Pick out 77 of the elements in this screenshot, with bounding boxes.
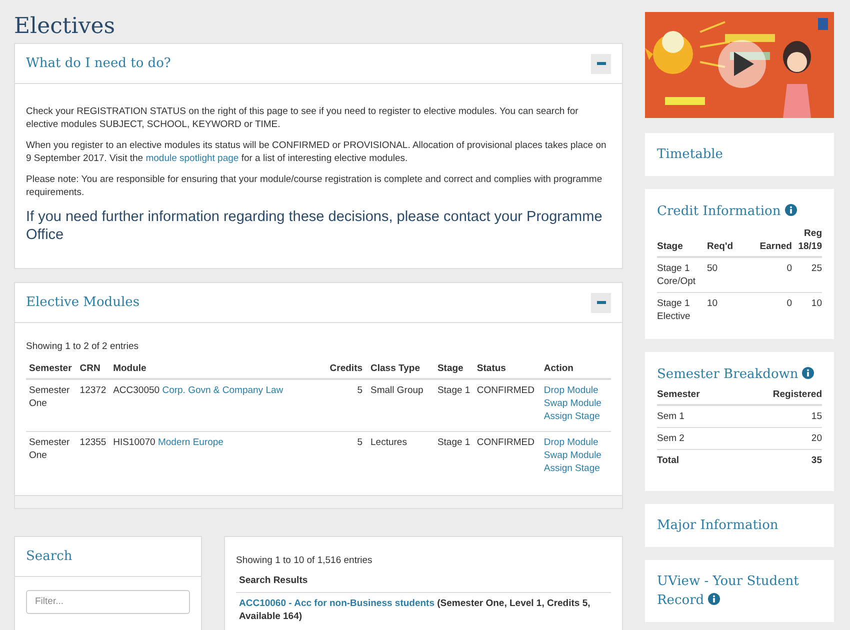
table-cell: 50 bbox=[707, 263, 718, 274]
table-cell: Stage 1 Core/Opt bbox=[657, 263, 696, 287]
table-cell: Sem 1 bbox=[657, 411, 684, 422]
panel-title: Elective Modules bbox=[26, 294, 140, 312]
table-cell: 12355 bbox=[80, 437, 106, 448]
table-cell: Total bbox=[657, 455, 679, 466]
column-header: Class Type bbox=[370, 359, 438, 379]
table-cell: Small Group bbox=[370, 385, 424, 396]
table-cell: 25 bbox=[811, 263, 822, 274]
table-cell: HIS10070 bbox=[113, 437, 156, 448]
column-header: Action bbox=[544, 359, 611, 379]
table-cell: 0 bbox=[786, 263, 792, 274]
table-cell: 10 bbox=[707, 298, 718, 309]
table-cell: Semester One bbox=[29, 385, 70, 409]
search-result: ACC10060 - Acc for non-Business students (Semester One, Level 1, Credits 5, Available 164) bbox=[238, 597, 592, 623]
column-header: Search Results bbox=[238, 575, 309, 586]
table-cell: CONFIRMED bbox=[476, 385, 534, 396]
table-cell: 5 bbox=[357, 437, 363, 448]
module-link[interactable]: Modern Europe bbox=[158, 437, 224, 448]
result-link[interactable]: ACC10060 - Acc for non-Business students bbox=[239, 598, 434, 609]
column-header: Credits bbox=[323, 359, 371, 379]
table-cell: 15 bbox=[811, 411, 822, 422]
column-header: CRN bbox=[80, 359, 114, 379]
info-icon bbox=[708, 593, 720, 605]
action-link[interactable]: Swap Module bbox=[544, 449, 611, 462]
table-cell: Stage 1 Elective bbox=[657, 298, 690, 322]
info-icon bbox=[784, 204, 797, 216]
uview-link[interactable]: UView - Your Student Record bbox=[657, 572, 822, 610]
column-header: Status bbox=[476, 359, 544, 379]
column-header: Earned bbox=[760, 241, 792, 252]
page-title: Electives bbox=[14, 13, 116, 41]
table-cell: 5 bbox=[357, 385, 363, 396]
table-cell: 12372 bbox=[80, 385, 106, 396]
spotlight-link[interactable]: module spotlight page bbox=[146, 153, 239, 164]
column-header: Req'd bbox=[707, 241, 734, 252]
entries-summary: Showing 1 to 10 of 1,516 entries bbox=[236, 554, 374, 567]
table-cell: Sem 2 bbox=[657, 433, 684, 444]
table-cell: Semester One bbox=[29, 437, 70, 461]
info-icon bbox=[802, 367, 814, 379]
timetable-link[interactable]: Timetable bbox=[657, 145, 822, 164]
column-header: Semester bbox=[657, 389, 700, 400]
action-link[interactable]: Assign Stage bbox=[544, 410, 611, 423]
minus-icon bbox=[596, 62, 606, 65]
paragraph: Please note: You are responsible for ensuring that your module/course registration is complete and correct and complies with programme requirements. bbox=[26, 173, 604, 199]
card-title: Credit Information bbox=[657, 204, 822, 218]
collapse-button[interactable] bbox=[591, 54, 611, 74]
action-link[interactable]: Drop Module bbox=[544, 384, 611, 397]
minus-icon bbox=[596, 301, 606, 304]
major-info-link[interactable]: Major Information bbox=[657, 516, 822, 535]
panel-title: What do I need to do? bbox=[26, 54, 171, 73]
column-header: Stage bbox=[437, 359, 477, 379]
table-cell: ACC30050 bbox=[113, 385, 160, 396]
panel-title: Search bbox=[26, 548, 72, 566]
column-header: Semester bbox=[26, 359, 80, 379]
table-cell: Lectures bbox=[370, 437, 407, 448]
table-cell: 10 bbox=[811, 298, 822, 309]
module-link[interactable]: Corp. Govn & Company Law bbox=[162, 385, 284, 396]
collapse-button[interactable] bbox=[591, 292, 611, 312]
action-link[interactable]: Drop Module bbox=[544, 436, 611, 449]
column-header: Module bbox=[113, 359, 324, 379]
entries-summary: Showing 1 to 2 of 2 entries bbox=[26, 340, 140, 353]
action-link[interactable]: Swap Module bbox=[544, 397, 611, 410]
table-cell: 0 bbox=[786, 298, 792, 309]
column-header: Reg 18/19 bbox=[798, 228, 822, 252]
column-header: Registered bbox=[772, 389, 822, 400]
column-header: Stage bbox=[657, 241, 683, 252]
card-title: Semester Breakdown bbox=[657, 367, 822, 381]
paragraph: Check your REGISTRATION STATUS on the right of this page to see if you need to register to elective modules. You can search for elective modules SUBJECT, SCHOOL, KEYWORD or TIME. bbox=[26, 105, 580, 131]
table-cell: 35 bbox=[811, 455, 822, 466]
action-link[interactable]: Assign Stage bbox=[544, 462, 611, 475]
filter-field[interactable]: Filter... bbox=[26, 590, 190, 614]
contact-note: If you need further information regarding these decisions, please contact your Programme Office bbox=[26, 208, 604, 244]
table-cell: Stage 1 bbox=[437, 437, 470, 448]
table-cell: CONFIRMED bbox=[476, 437, 534, 448]
table-cell: 20 bbox=[811, 433, 822, 444]
paragraph: When you register to an elective modules its status will be CONFIRMED or PROVISIONAL. Allocation of provisional places takes place on 9 September 2017. Visit the module spotlight page for a list of interesting elective modules. bbox=[26, 139, 608, 165]
table-cell: Stage 1 bbox=[437, 385, 470, 396]
